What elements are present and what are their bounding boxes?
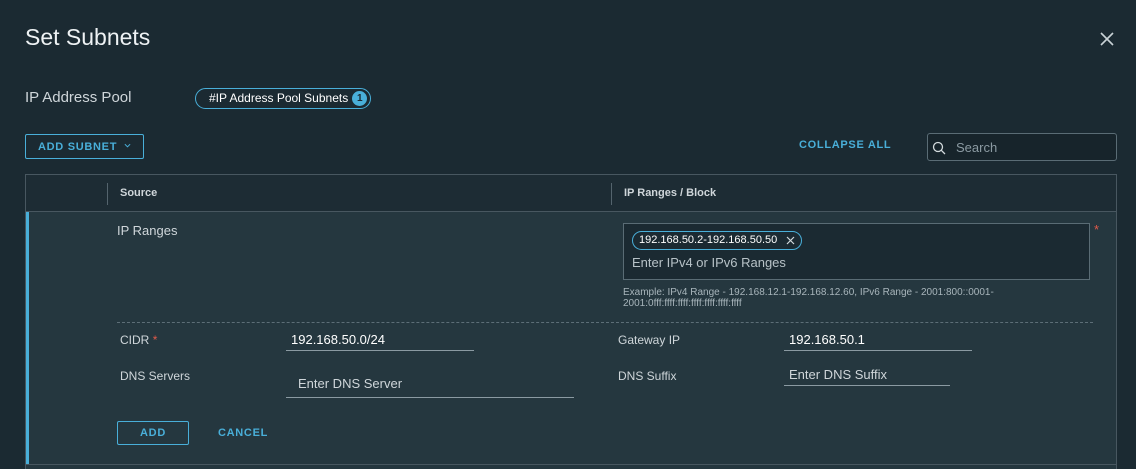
set-subnets-dialog: Set Subnets IP Address Pool #IP Address …: [0, 0, 1136, 469]
ip-address-pool-chip[interactable]: #IP Address Pool Subnets 1: [195, 88, 372, 109]
row-divider: [26, 464, 1116, 465]
grid-header: Source IP Ranges / Block: [26, 175, 1116, 212]
gateway-ip-input[interactable]: [784, 329, 972, 351]
chevron-down-icon: [124, 143, 131, 148]
section-divider: [117, 322, 1093, 323]
search-box: [927, 133, 1117, 161]
ip-ranges-input[interactable]: [632, 252, 1072, 272]
dialog-title: Set Subnets: [25, 24, 151, 50]
dns-servers-label: DNS Servers: [120, 369, 191, 383]
required-indicator: *: [152, 333, 158, 347]
column-divider[interactable]: [611, 183, 612, 205]
ip-ranges-field[interactable]: 192.168.50.2-192.168.50.50: [623, 223, 1090, 280]
cancel-button[interactable]: CANCEL: [218, 427, 268, 439]
ip-address-pool-label: IP Address Pool: [25, 89, 132, 106]
add-button[interactable]: ADD: [117, 421, 189, 445]
close-button[interactable]: [1097, 29, 1117, 49]
search-input[interactable]: [950, 134, 1114, 160]
ip-range-chip[interactable]: 192.168.50.2-192.168.50.50: [632, 231, 803, 250]
ip-ranges-example-hint: Example: IPv4 Range - 192.168.12.1-192.1…: [623, 287, 994, 309]
dns-servers-input[interactable]: [286, 369, 574, 398]
cidr-label: CIDR *: [120, 333, 158, 347]
required-indicator: *: [1094, 222, 1100, 237]
collapse-all-button[interactable]: COLLAPSE ALL: [799, 139, 891, 151]
add-subnet-label: ADD SUBNET: [38, 140, 118, 153]
pool-chip-count-badge: 1: [352, 91, 368, 106]
gateway-ip-label: Gateway IP: [618, 333, 681, 347]
dns-suffix-input[interactable]: [784, 364, 950, 386]
ip-ranges-label: IP Ranges: [117, 223, 178, 238]
subnets-grid: Source IP Ranges / Block IP Ranges 192.1…: [25, 174, 1117, 469]
close-icon: [1100, 32, 1114, 46]
column-header-source[interactable]: Source: [120, 187, 157, 199]
dns-suffix-label: DNS Suffix: [618, 369, 677, 383]
close-icon[interactable]: [786, 236, 795, 245]
add-subnet-button[interactable]: ADD SUBNET: [25, 134, 144, 159]
cidr-input[interactable]: [286, 329, 474, 351]
column-divider[interactable]: [107, 183, 108, 205]
column-header-ip-ranges[interactable]: IP Ranges / Block: [624, 187, 716, 199]
expanded-row-indicator: [26, 212, 29, 464]
ip-range-chip-label: 192.168.50.2-192.168.50.50: [639, 234, 778, 246]
pool-chip-label: #IP Address Pool Subnets: [209, 91, 349, 105]
search-icon: [932, 141, 946, 155]
